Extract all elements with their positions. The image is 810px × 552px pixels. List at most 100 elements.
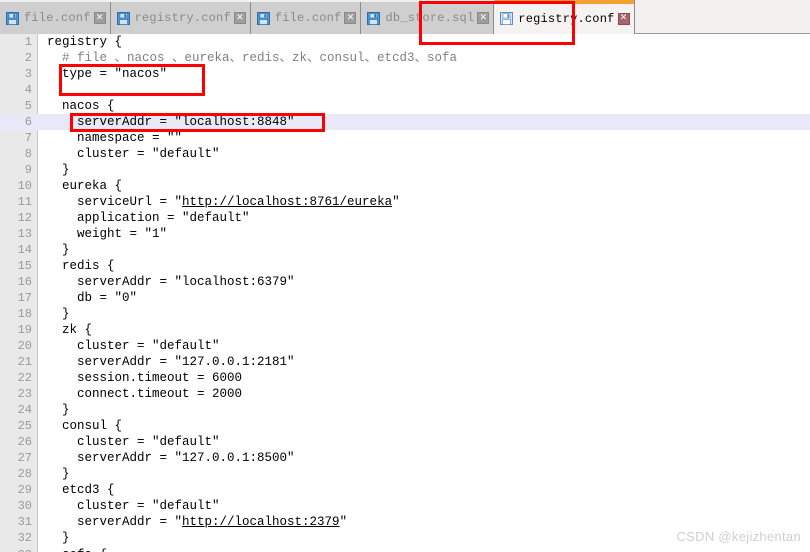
line-number: 28: [17, 467, 32, 482]
code-line[interactable]: 22 session.timeout = 6000: [0, 370, 810, 386]
save-floppy-icon: [256, 11, 270, 25]
line-number: 31: [17, 515, 32, 530]
code-line[interactable]: 19 zk {: [0, 322, 810, 338]
line-number: 15: [17, 259, 32, 274]
code-line[interactable]: 6 serverAddr = "localhost:8848": [0, 114, 810, 131]
code-line[interactable]: 14 }: [0, 242, 810, 258]
line-number: 14: [17, 243, 32, 258]
code-line[interactable]: 27 serverAddr = "127.0.0.1:8500": [0, 450, 810, 466]
code-text: nacos {: [47, 99, 115, 114]
code-line[interactable]: 25 consul {: [0, 418, 810, 434]
editor-tab-label: registry.conf: [134, 11, 231, 25]
code-text: session.timeout = 6000: [47, 371, 243, 386]
code-text: }: [47, 467, 70, 482]
editor-tab-db-store-sql-3[interactable]: db_store.sql ✕: [361, 2, 495, 34]
code-line[interactable]: 8 cluster = "default": [0, 146, 810, 162]
close-icon[interactable]: ✕: [344, 12, 357, 24]
line-number: 18: [17, 307, 32, 322]
editor-tab-bar: file.conf ✕ registry.conf ✕ file.conf ✕ db_sto…: [0, 0, 810, 34]
code-line[interactable]: 21 serverAddr = "127.0.0.1:2181": [0, 354, 810, 370]
editor-tab-label: file.conf: [274, 11, 342, 25]
code-line[interactable]: 17 db = "0": [0, 290, 810, 306]
code-text: sofa {: [47, 547, 107, 552]
code-line[interactable]: 28 }: [0, 466, 810, 482]
code-text: redis {: [47, 259, 115, 274]
save-floppy-icon: [367, 11, 381, 25]
close-icon[interactable]: ✕: [477, 12, 490, 24]
code-line[interactable]: 23 connect.timeout = 2000: [0, 386, 810, 402]
code-editor[interactable]: 1 registry {2 # file 、nacos 、eureka、redis…: [0, 34, 810, 552]
close-icon[interactable]: ✕: [93, 12, 106, 24]
line-number: 12: [17, 211, 32, 226]
code-line[interactable]: 4: [0, 82, 810, 98]
code-line[interactable]: 13 weight = "1": [0, 226, 810, 242]
code-line[interactable]: 10 eureka {: [0, 178, 810, 194]
code-line[interactable]: 32 }: [0, 530, 810, 546]
code-line[interactable]: 12 application = "default": [0, 210, 810, 226]
code-url-link[interactable]: http://localhost:8761/eureka: [182, 195, 392, 209]
code-line[interactable]: 24 }: [0, 402, 810, 418]
line-number: 10: [17, 179, 32, 194]
code-line[interactable]: 1 registry {: [0, 34, 810, 50]
close-icon[interactable]: ✕: [233, 12, 246, 24]
code-text: consul {: [47, 419, 123, 434]
code-line[interactable]: 11 serviceUrl = "http://localhost:8761/e…: [0, 194, 810, 210]
save-floppy-icon: [116, 11, 130, 25]
code-content[interactable]: 1 registry {2 # file 、nacos 、eureka、redis…: [0, 34, 810, 552]
code-line[interactable]: 29 etcd3 {: [0, 482, 810, 498]
line-number: 8: [24, 147, 32, 162]
code-line[interactable]: 30 cluster = "default": [0, 498, 810, 514]
editor-tab-label: registry.conf: [518, 11, 615, 26]
code-text: namespace = "": [47, 131, 183, 146]
editor-tab-label: file.conf: [24, 11, 91, 25]
code-text: application = "default": [47, 211, 250, 226]
code-text: }: [47, 163, 70, 178]
line-number: 1: [24, 35, 32, 49]
code-line[interactable]: 20 cluster = "default": [0, 338, 810, 354]
code-line[interactable]: 9 }: [0, 162, 810, 178]
code-text: db = "0": [47, 291, 138, 306]
save-floppy-icon: [6, 11, 19, 25]
line-number: 3: [24, 67, 32, 82]
editor-window: file.conf ✕ registry.conf ✕ file.conf ✕ db_sto…: [0, 0, 810, 552]
close-icon[interactable]: ✕: [617, 12, 630, 25]
code-line[interactable]: 2 # file 、nacos 、eureka、redis、zk、consul、…: [0, 50, 810, 66]
code-text: cluster = "default": [47, 435, 220, 450]
line-number: 9: [24, 163, 32, 178]
line-number: 24: [17, 403, 32, 418]
code-line[interactable]: 31 serverAddr = "http://localhost:2379": [0, 514, 810, 530]
editor-tab-file-conf-0[interactable]: file.conf ✕: [0, 2, 111, 34]
line-number: 29: [17, 483, 32, 498]
code-comment: # file 、nacos 、eureka、redis、zk、consul、et…: [47, 51, 458, 66]
code-line[interactable]: 18 }: [0, 306, 810, 322]
line-number: 11: [17, 195, 32, 210]
line-number: 32: [17, 531, 32, 546]
code-text: serverAddr = "127.0.0.1:8500": [47, 451, 295, 466]
line-number: 5: [24, 99, 32, 114]
line-number: 30: [17, 499, 32, 514]
code-text: serviceUrl = "http://localhost:8761/eure…: [47, 195, 400, 210]
code-line[interactable]: 33 sofa {: [0, 547, 810, 552]
code-url-link[interactable]: http://localhost:2379: [182, 515, 340, 529]
editor-tab-registry-conf-1[interactable]: registry.conf ✕: [110, 2, 251, 34]
line-number: 13: [17, 227, 32, 242]
code-line[interactable]: 3 type = "nacos": [0, 66, 810, 82]
code-line[interactable]: 5 nacos {: [0, 98, 810, 114]
code-line[interactable]: 15 redis {: [0, 258, 810, 274]
code-text: serverAddr = "localhost:6379": [47, 275, 295, 290]
editor-tab-registry-conf-4[interactable]: registry.conf ✕: [494, 0, 635, 34]
editor-tab-file-conf-2[interactable]: file.conf ✕: [250, 2, 362, 34]
code-text: weight = "1": [47, 227, 168, 242]
code-text: }: [47, 307, 70, 322]
code-text: }: [47, 243, 70, 258]
code-line[interactable]: 16 serverAddr = "localhost:6379": [0, 274, 810, 290]
line-number: 16: [17, 275, 32, 290]
code-line[interactable]: 26 cluster = "default": [0, 434, 810, 450]
code-text: }: [47, 531, 70, 546]
line-number: 2: [24, 51, 32, 66]
active-tab-accent-bar: [494, 0, 634, 4]
line-number: 27: [17, 451, 32, 466]
code-text: zk {: [47, 323, 93, 338]
code-text: eureka {: [47, 179, 123, 194]
code-line[interactable]: 7 namespace = "": [0, 130, 810, 146]
